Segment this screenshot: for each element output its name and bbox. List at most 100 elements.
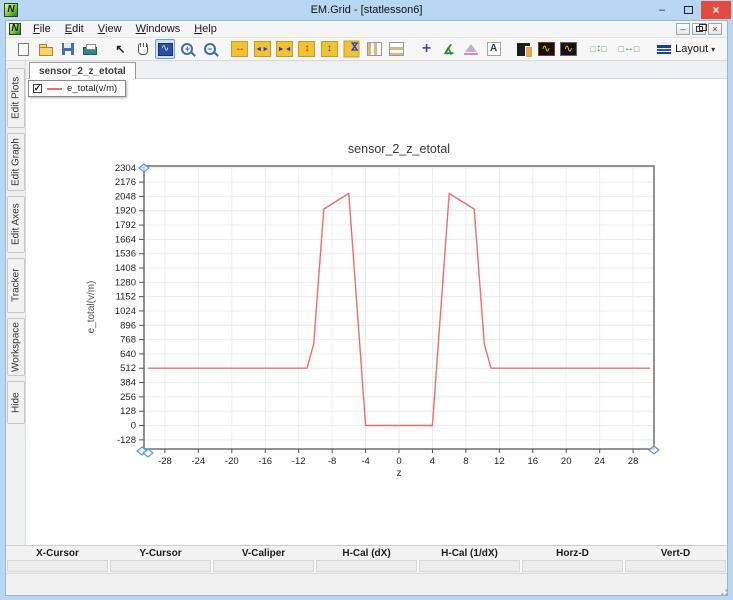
menu-bar: N FileEditViewWindowsHelp – × — [6, 21, 727, 38]
mdi-controls: – × — [676, 23, 724, 35]
cursor-col-header: H-Cal (dX) — [315, 548, 418, 559]
dark-wave-icon: ∿ — [538, 42, 555, 56]
menu-item-help[interactable]: Help — [187, 21, 224, 37]
document-logo-icon[interactable]: N — [9, 23, 21, 35]
toolbar-separator — [640, 38, 648, 60]
print-button[interactable] — [80, 39, 100, 59]
zoom-in-y-button[interactable]: ⋈ — [342, 39, 362, 59]
x-tick-label: 12 — [494, 456, 505, 467]
zoom-out-x-button[interactable]: ◄► — [252, 39, 272, 59]
x-tick-label: -24 — [191, 456, 205, 467]
new-file-button[interactable] — [13, 39, 33, 59]
y-tick-label: 1664 — [115, 234, 136, 245]
triangle-icon — [465, 44, 477, 52]
text-icon: A — [487, 42, 501, 56]
cursor-table: X-CursorY-CursorV-CaliperH-Cal (dX)H-Cal… — [6, 545, 727, 573]
sidebar-item-hide[interactable]: Hide — [7, 381, 25, 424]
axes-tool-button[interactable]: ∡ — [439, 39, 459, 59]
cursor-table-header: X-CursorY-CursorV-CaliperH-Cal (dX)H-Cal… — [6, 546, 727, 560]
menu-item-file[interactable]: File — [26, 21, 58, 37]
y-tick-label: 1152 — [116, 292, 136, 303]
tab-sensor_2_z_etotal[interactable]: sensor_2_z_etotal — [29, 62, 136, 79]
cursor-col-header: H-Cal (1/dX) — [418, 548, 521, 559]
x-tick-label: 20 — [561, 456, 572, 467]
sidebar-item-workspace[interactable]: Workspace — [7, 318, 25, 376]
cursor-cell — [213, 560, 314, 572]
layout-menu-button[interactable]: Layout▾ — [652, 39, 720, 59]
y-tick-label: 0 — [131, 421, 136, 432]
fit-horizontal-button[interactable]: ↔ — [618, 39, 639, 59]
x-tick-label: -16 — [258, 456, 272, 467]
cursor-col-header: Horz-D — [521, 548, 624, 559]
pointer-tool-button[interactable]: ↖ — [110, 39, 130, 59]
sidebar-item-edit-graph[interactable]: Edit Graph — [7, 133, 25, 191]
resize-grip-icon[interactable] — [715, 583, 724, 592]
menu-item-edit[interactable]: Edit — [58, 21, 91, 37]
zoom-out-button[interactable]: − — [200, 39, 220, 59]
tab-bar: sensor_2_z_etotal — [26, 61, 727, 79]
toolbar-separator — [580, 38, 588, 60]
zoom-in-x-button[interactable]: ►◄ — [274, 39, 294, 59]
sidebar-item-edit-axes[interactable]: Edit Axes — [7, 196, 25, 253]
graph-style-1-button[interactable]: ∿ — [536, 39, 556, 59]
pointer-tool-icon: ↖ — [115, 43, 125, 55]
mdi-minimize-button[interactable]: – — [676, 23, 690, 35]
expand-y-axis-button[interactable]: ↕ — [297, 39, 317, 59]
y-tick-label: 1024 — [115, 306, 136, 317]
x-tick-label: -20 — [225, 456, 239, 467]
x-tick-label: -8 — [328, 456, 336, 467]
y-tick-label: 128 — [120, 406, 136, 417]
legend-checkbox[interactable]: ✓ — [33, 84, 42, 93]
expand-x-axis-button[interactable]: ↔ — [230, 39, 250, 59]
legend[interactable]: ✓ e_total(v/m) — [28, 80, 126, 97]
toolbar-separator — [101, 38, 109, 60]
cursor-cell — [625, 560, 726, 572]
dark-wave-icon: ∿ — [560, 42, 577, 56]
plot-area[interactable] — [144, 166, 654, 449]
main-panel: sensor_2_z_etotal -28-24-20-16-12-8-4048… — [26, 61, 727, 545]
fit-arrow-icon: ↕ — [596, 44, 601, 54]
graph-style-2-button[interactable]: ∿ — [558, 39, 578, 59]
cursor-cell — [419, 560, 520, 572]
save-button[interactable] — [58, 39, 78, 59]
chart-svg: -28-24-20-16-12-8-40481216202428-1280128… — [26, 79, 729, 547]
fit-arrow-icon: ↔ — [624, 44, 634, 54]
crosshair-cursor-icon: + — [422, 41, 431, 57]
pan-tool-button[interactable] — [133, 39, 153, 59]
zoom-box-tool-button[interactable]: ∿ — [155, 39, 175, 59]
caliper-triangle-icon — [464, 44, 478, 55]
toolbar-separator — [408, 38, 416, 60]
y-tick-label: 512 — [120, 363, 136, 374]
maximize-button[interactable] — [675, 1, 701, 19]
cursor-table-row — [6, 560, 727, 572]
plot-canvas[interactable]: -28-24-20-16-12-8-40481216202428-1280128… — [26, 79, 727, 545]
x-tick-label: 24 — [594, 456, 605, 467]
save-icon — [62, 43, 74, 55]
zoom-out-y-button[interactable]: ↕ — [319, 39, 339, 59]
menu-item-view[interactable]: View — [91, 21, 129, 37]
sidebar: Edit Plots Edit Graph Edit Axes Tracker Work… — [6, 61, 26, 545]
sidebar-item-tracker[interactable]: Tracker — [7, 258, 25, 313]
sidebar-item-edit-plots[interactable]: Edit Plots — [7, 68, 25, 128]
cursor-cell — [522, 560, 623, 572]
mdi-restore-button[interactable] — [692, 23, 706, 35]
caliper-tool-button[interactable] — [461, 39, 481, 59]
cursor-col-header: V-Caliper — [212, 548, 315, 559]
cursor-cell — [7, 560, 108, 572]
zoom-in-button[interactable]: + — [177, 39, 197, 59]
menu-item-windows[interactable]: Windows — [129, 21, 188, 37]
arrow-icon: ◄► — [254, 41, 271, 57]
x-tick-label: 16 — [527, 456, 538, 467]
magnifier-icon: − — [204, 43, 216, 55]
close-button[interactable]: × — [701, 1, 731, 19]
cursor-col-header: X-Cursor — [6, 548, 109, 559]
left-axis-strip-button[interactable] — [364, 39, 384, 59]
crosshair-cursor-button[interactable]: + — [416, 39, 436, 59]
copy-graph-button[interactable] — [513, 39, 533, 59]
fit-vertical-button[interactable]: ↕ — [588, 39, 608, 59]
minimize-button[interactable]: – — [649, 1, 675, 19]
open-file-button[interactable] — [35, 39, 55, 59]
mdi-close-button[interactable]: × — [708, 23, 722, 35]
text-annotation-button[interactable]: A — [483, 39, 503, 59]
bottom-axis-strip-button[interactable] — [386, 39, 406, 59]
